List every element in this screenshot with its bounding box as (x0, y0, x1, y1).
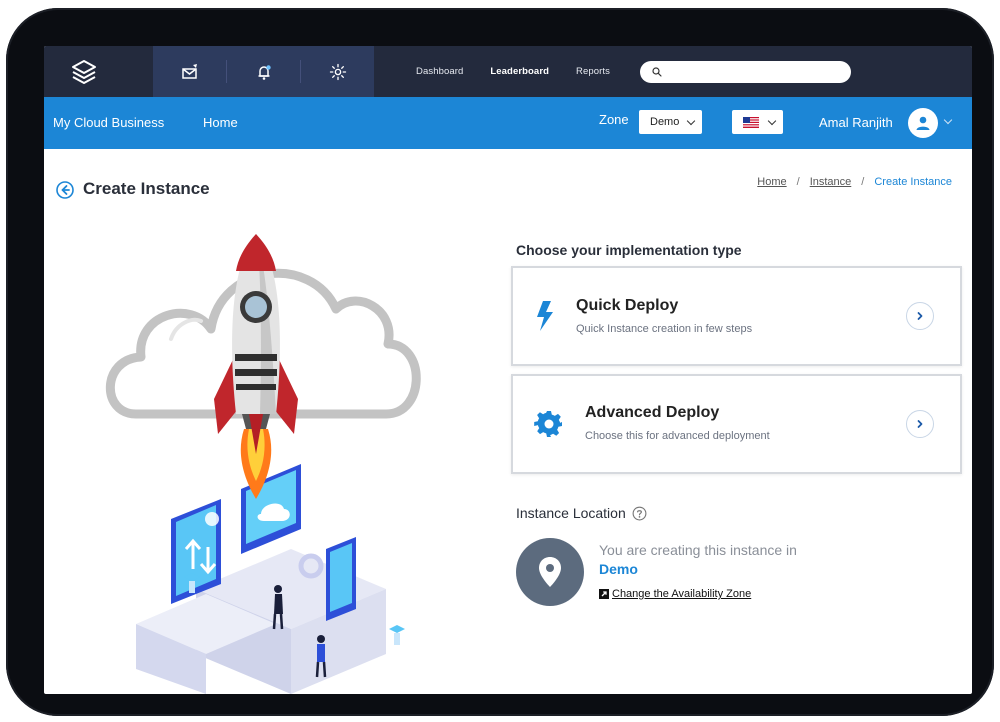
advanced-deploy-card[interactable]: Advanced Deploy Choose this for advanced… (511, 374, 962, 474)
language-select[interactable] (732, 110, 783, 134)
chevron-down-icon[interactable] (943, 115, 953, 125)
main-nav-links: Dashboard Leaderboard Reports (416, 46, 637, 97)
chevron-down-icon (767, 116, 777, 126)
breadcrumb-separator: / (796, 176, 800, 188)
bell-icon (258, 64, 271, 80)
gear-icon (534, 411, 562, 437)
context-bar: My Cloud Business Home Zone Demo Amal Ra… (44, 97, 972, 149)
breadcrumb: Home / Instance / Create Instance (757, 176, 952, 188)
business-name[interactable]: My Cloud Business (53, 115, 164, 130)
quick-deploy-title: Quick Deploy (576, 297, 679, 314)
location-zone: Demo (599, 561, 638, 577)
rocket-cloud-illustration (105, 234, 421, 694)
instance-location-heading: Instance Location (516, 505, 647, 521)
notifications-nav-button[interactable] (227, 46, 300, 97)
zone-label: Zone (599, 112, 629, 127)
change-zone-link-text: Change the Availability Zone (612, 588, 752, 600)
layers-logo-icon[interactable] (70, 58, 98, 86)
quick-deploy-arrow-button[interactable] (906, 302, 934, 330)
deploy-nav-button[interactable] (153, 46, 226, 97)
advanced-deploy-subtitle: Choose this for advanced deployment (585, 430, 770, 442)
zone-select-value: Demo (650, 116, 680, 128)
external-link-icon (599, 589, 609, 599)
breadcrumb-separator: / (861, 176, 865, 188)
device-frame: Dashboard Leaderboard Reports My Cloud B… (6, 8, 994, 716)
breadcrumb-instance[interactable]: Instance (810, 176, 852, 188)
change-zone-link[interactable]: Change the Availability Zone (599, 588, 751, 600)
user-name[interactable]: Amal Ranjith (819, 115, 893, 130)
page-title: Create Instance (83, 179, 210, 198)
settings-nav-button[interactable] (301, 46, 374, 97)
chevron-down-icon (686, 116, 696, 126)
advanced-deploy-title: Advanced Deploy (585, 404, 720, 421)
user-icon (916, 116, 930, 130)
us-flag-icon (743, 116, 759, 128)
chevron-right-icon (917, 420, 923, 428)
search-box[interactable] (640, 61, 851, 83)
quick-deploy-card[interactable]: Quick Deploy Quick Instance creation in … (511, 266, 962, 366)
quick-deploy-subtitle: Quick Instance creation in few steps (576, 323, 753, 335)
location-pin-badge (516, 538, 584, 606)
implementation-heading: Choose your implementation type (516, 242, 742, 258)
advanced-deploy-arrow-button[interactable] (906, 410, 934, 438)
search-icon (652, 67, 662, 77)
chevron-right-icon (917, 312, 923, 320)
breadcrumb-current: Create Instance (874, 176, 952, 188)
help-icon[interactable] (632, 506, 647, 521)
lightning-icon (537, 301, 553, 331)
location-description: You are creating this instance in (599, 542, 797, 558)
instance-location-label: Instance Location (516, 505, 626, 521)
nav-dashboard[interactable]: Dashboard (416, 66, 463, 77)
zone-select[interactable]: Demo (639, 110, 702, 134)
quick-icon-group (153, 46, 374, 97)
mail-rocket-icon (181, 63, 197, 79)
avatar[interactable] (908, 108, 938, 138)
back-arrow-icon[interactable] (56, 181, 74, 199)
map-pin-icon (539, 557, 561, 587)
nav-leaderboard[interactable]: Leaderboard (490, 66, 549, 77)
nav-reports[interactable]: Reports (576, 66, 610, 77)
breadcrumb-home[interactable]: Home (757, 176, 786, 188)
search-input[interactable] (668, 63, 848, 81)
home-link[interactable]: Home (203, 115, 238, 130)
top-navigation: Dashboard Leaderboard Reports (44, 46, 972, 97)
gear-icon (329, 63, 346, 80)
app-screen: Dashboard Leaderboard Reports My Cloud B… (44, 46, 972, 694)
